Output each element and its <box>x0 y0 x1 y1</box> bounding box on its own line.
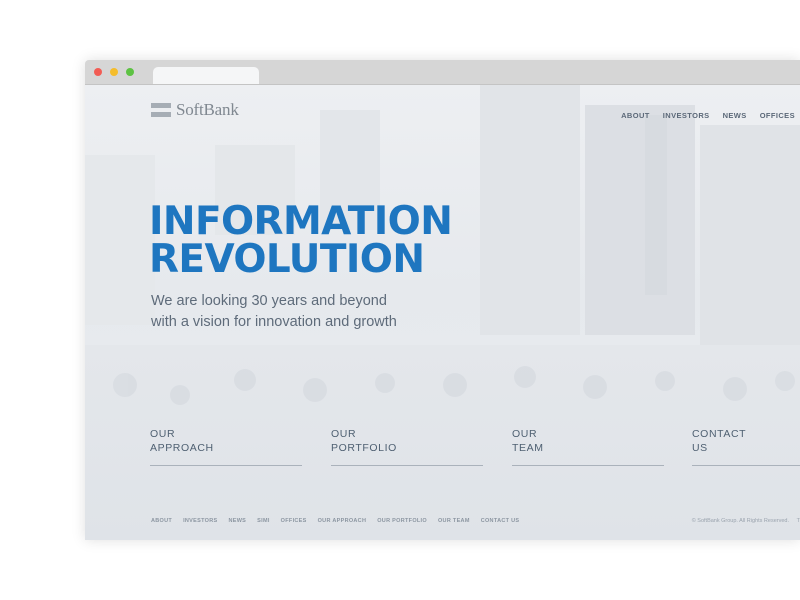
section-label: OUR APPROACH <box>150 428 214 454</box>
footer-offices-link[interactable]: OFFICES <box>281 518 307 524</box>
copyright-text: © SoftBank Group. All Rights Reserved. <box>691 518 789 524</box>
maximize-window-button[interactable] <box>126 68 134 76</box>
hero-subtitle-line1: We are looking 30 years and beyond <box>151 293 387 309</box>
nav-about-link[interactable]: ABOUT <box>621 111 650 120</box>
hero-subtitle: We are looking 30 years and beyond with … <box>151 291 471 333</box>
footer-contact-us-link[interactable]: CONTACT US <box>481 518 520 524</box>
section-underline <box>150 465 302 466</box>
nav-offices-link[interactable]: OFFICES <box>760 111 795 120</box>
section-underline <box>331 465 483 466</box>
section-label: OUR PORTFOLIO <box>331 428 397 454</box>
browser-toolbar <box>85 60 800 85</box>
top-navigation: ABOUT INVESTORS NEWS OFFICES <box>621 111 795 120</box>
hero-title-line1: INFORMATION <box>149 199 453 244</box>
logo-text: SoftBank <box>176 100 239 119</box>
footer-navigation: ABOUT INVESTORS NEWS SIMI OFFICES OUR AP… <box>151 518 519 524</box>
section-underline <box>692 465 800 466</box>
nav-news-link[interactable]: NEWS <box>723 111 747 120</box>
footer-news-link[interactable]: NEWS <box>228 518 246 524</box>
hero-title-line2: REVOLUTION <box>149 237 425 282</box>
section-label: OUR TEAM <box>512 428 544 454</box>
section-our-team[interactable]: OUR TEAM <box>512 427 664 466</box>
section-our-portfolio[interactable]: OUR PORTFOLIO <box>331 427 483 466</box>
nav-investors-link[interactable]: INVESTORS <box>663 111 710 120</box>
footer-our-portfolio-link[interactable]: OUR PORTFOLIO <box>377 518 427 524</box>
footer-our-team-link[interactable]: OUR TEAM <box>438 518 470 524</box>
footer-our-approach-link[interactable]: OUR APPROACH <box>318 518 367 524</box>
section-label: CONTACT US <box>692 428 747 454</box>
web-page: SoftBank ABOUT INVESTORS NEWS OFFICES IN… <box>85 85 800 540</box>
section-contact-us[interactable]: CONTACT US <box>692 427 800 466</box>
softbank-logo[interactable]: SoftBank <box>151 100 239 120</box>
minimize-window-button[interactable] <box>110 68 118 76</box>
close-window-button[interactable] <box>94 68 102 76</box>
footer-simi-link[interactable]: SIMI <box>257 518 270 524</box>
browser-window: SoftBank ABOUT INVESTORS NEWS OFFICES IN… <box>85 60 800 540</box>
section-our-approach[interactable]: OUR APPROACH <box>150 427 302 466</box>
hero-title: INFORMATION REVOLUTION <box>149 199 453 282</box>
copyright-tail-text: T <box>796 518 800 524</box>
logo-bars-icon <box>151 103 171 117</box>
section-underline <box>512 465 664 466</box>
browser-tab[interactable] <box>153 67 259 84</box>
footer-investors-link[interactable]: INVESTORS <box>183 518 217 524</box>
hero-subtitle-line2: with a vision for innovation and growth <box>151 314 397 330</box>
footer-about-link[interactable]: ABOUT <box>151 518 172 524</box>
